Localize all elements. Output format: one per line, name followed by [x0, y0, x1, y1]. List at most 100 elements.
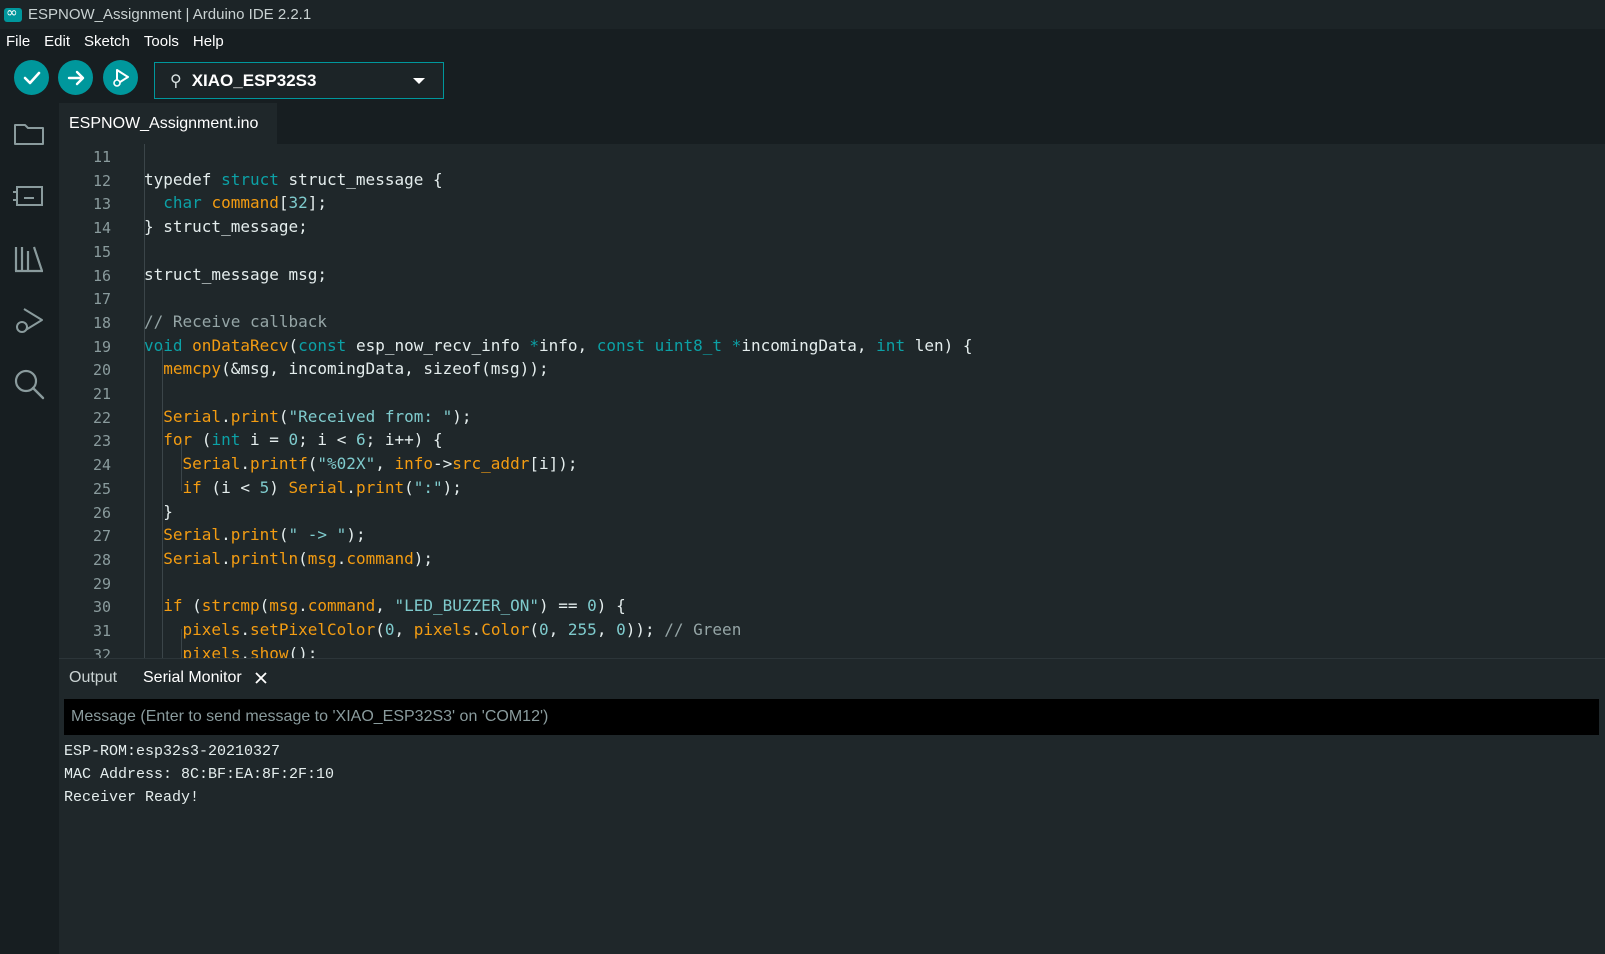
- code-token: Serial: [163, 548, 222, 568]
- board-manager-icon[interactable]: [12, 178, 46, 212]
- code-token: .: [336, 548, 347, 568]
- code-token: ,: [375, 596, 395, 616]
- bottom-tab-bar: Output Serial Monitor: [59, 659, 1605, 697]
- upload-button[interactable]: [58, 60, 93, 95]
- code-line: struct_message msg;: [144, 265, 327, 284]
- code-token: ,: [596, 620, 617, 639]
- chevron-down-icon: [413, 77, 425, 84]
- code-line: Serial.print(" -> ");: [144, 525, 366, 545]
- code-token: );: [346, 525, 366, 545]
- code-token: struct_message {: [278, 169, 443, 189]
- line-number: 26: [92, 503, 111, 522]
- arduino-logo-icon: [4, 5, 22, 22]
- code-token: ,: [548, 620, 568, 639]
- line-number: 28: [92, 550, 111, 569]
- code-editor[interactable]: 11 12 13 14 15 16 17 18 19 20 21 22 23 24 25 26 27 28 29 30…: [59, 144, 1605, 658]
- sidebar: [0, 103, 59, 954]
- code-token: "Received from: ": [288, 406, 453, 426]
- toolbar: ⚲ XIAO_ESP32S3: [0, 53, 1605, 103]
- code-token: (: [307, 454, 318, 474]
- serial-output-line: Receiver Ready!: [64, 789, 200, 806]
- code-token: esp_now_recv_info: [346, 335, 530, 355]
- code-token: const: [596, 335, 645, 355]
- code-token: Serial: [163, 525, 222, 545]
- line-number: 23: [92, 432, 111, 451]
- tab-output[interactable]: Output: [69, 669, 117, 687]
- line-number: 22: [92, 408, 111, 427]
- code-token: .: [471, 620, 482, 639]
- code-token: ));: [625, 620, 655, 639]
- code-token: printf: [249, 454, 308, 474]
- code-token: 0: [288, 430, 299, 450]
- menu-tools[interactable]: Tools: [138, 33, 187, 50]
- code-token: (&msg, incomingData, sizeof(msg));: [221, 359, 549, 379]
- code-token: ":": [413, 477, 443, 497]
- code-token: pixels: [182, 643, 241, 658]
- menu-help[interactable]: Help: [187, 33, 232, 50]
- code-token: }: [144, 501, 173, 521]
- board-name: XIAO_ESP32S3: [191, 70, 317, 90]
- search-icon[interactable]: [12, 367, 46, 401]
- code-token: void: [144, 335, 183, 355]
- code-line: if (strcmp(msg.command, "LED_BUZZER_ON")…: [144, 596, 625, 616]
- serial-output-line: MAC Address: 8C:BF:EA:8F:2F:10: [64, 766, 335, 783]
- line-number: 15: [92, 242, 111, 261]
- code-token: (: [404, 477, 414, 497]
- menu-file[interactable]: File: [0, 33, 38, 50]
- code-token: 32: [288, 193, 308, 213]
- tab-serial-monitor[interactable]: Serial Monitor: [143, 669, 242, 687]
- code-token: .: [298, 596, 308, 616]
- code-token: show: [249, 643, 289, 658]
- code-token: 255: [567, 620, 597, 639]
- code-token: ->: [433, 454, 453, 474]
- code-token: if: [163, 596, 183, 616]
- serial-message-input[interactable]: [64, 699, 1599, 735]
- line-number: 11: [92, 148, 111, 166]
- code-token: );: [452, 406, 472, 426]
- usb-icon: ⚲: [170, 71, 182, 90]
- line-number: 17: [92, 290, 111, 309]
- close-icon[interactable]: [254, 671, 268, 685]
- menu-edit[interactable]: Edit: [38, 33, 78, 50]
- code-token: (: [259, 596, 270, 616]
- code-token: incomingData,: [741, 335, 877, 355]
- code-line: Serial.printf("%02X", info->src_addr[i])…: [144, 454, 578, 473]
- line-number: 18: [92, 313, 111, 332]
- code-token: ; i <: [298, 430, 356, 450]
- code-line: for (int i = 0; i < 6; i++) {: [144, 430, 442, 450]
- library-icon[interactable]: [12, 241, 46, 275]
- code-token: (: [288, 335, 299, 355]
- tab-espnow-assignment[interactable]: ESPNOW_Assignment.ino: [59, 103, 277, 144]
- code-line: char command[32];: [144, 193, 327, 212]
- code-token: .: [346, 477, 356, 497]
- verify-button[interactable]: [14, 60, 49, 95]
- code-line: memcpy(&msg, incomingData, sizeof(msg));: [144, 359, 549, 379]
- line-number: 13: [92, 195, 111, 214]
- code-token: Serial: [163, 406, 222, 426]
- code-token: (: [278, 525, 289, 545]
- window-title: ESPNOW_Assignment | Arduino IDE 2.2.1: [28, 6, 312, 23]
- debug-sidebar-icon[interactable]: [12, 303, 46, 337]
- menu-sketch[interactable]: Sketch: [78, 33, 138, 50]
- code-token: ];: [307, 193, 328, 213]
- folder-icon[interactable]: [12, 116, 46, 150]
- debug-button[interactable]: [103, 60, 138, 95]
- code-token: [: [278, 193, 289, 213]
- code-token: (: [529, 620, 539, 639]
- code-token: command: [346, 548, 414, 568]
- code-line: // Receive callback: [144, 312, 327, 331]
- code-token: );: [442, 477, 462, 497]
- board-selector[interactable]: ⚲ XIAO_ESP32S3: [154, 62, 444, 99]
- line-number: 21: [92, 385, 111, 403]
- line-number: 29: [92, 574, 111, 593]
- code-token: memcpy: [163, 359, 222, 379]
- line-number-gutter: 11 12 13 14 15 16 17 18 19 20 21 22 23 24 25 26 27 28 29 30…: [59, 144, 141, 658]
- code-line: if (i < 5) Serial.print(":");: [144, 478, 462, 497]
- serial-output-line: ESP-ROM:esp32s3-20210327: [64, 743, 281, 760]
